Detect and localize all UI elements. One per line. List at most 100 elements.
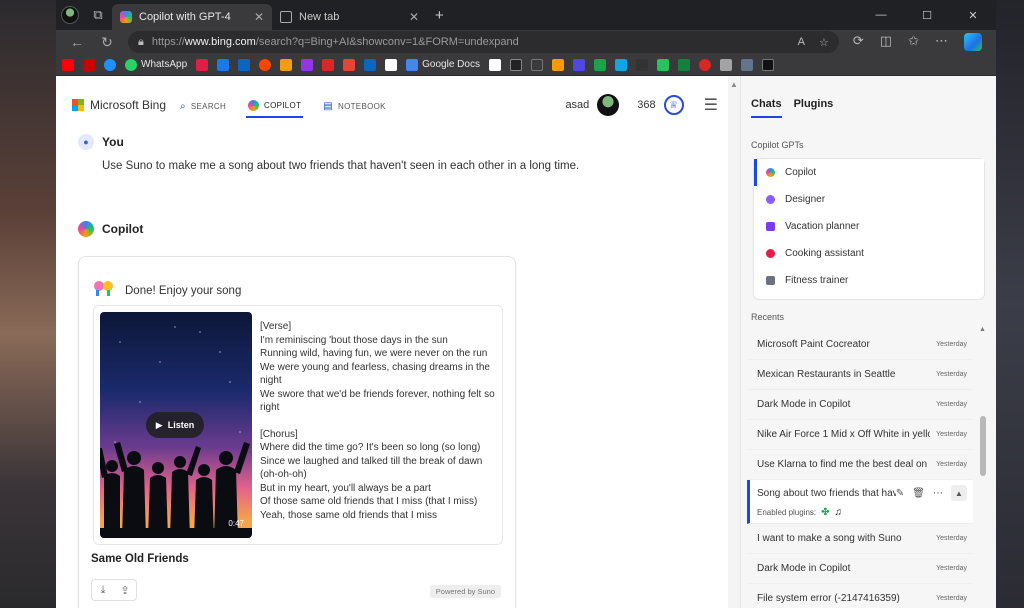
split-screen-icon[interactable]: ◫ [880, 33, 892, 51]
title-bar: ⧉ Copilot with GPT-4 ✕ New tab ✕ + — ☐ ✕ [56, 0, 996, 30]
favorite-star-icon[interactable]: ☆ [819, 36, 829, 49]
url-input[interactable]: 🔒︎ https://www.bing.com/search?q=Bing+AI… [128, 31, 839, 53]
more-menu-icon[interactable]: ⋯ [935, 33, 948, 51]
scroll-up-icon[interactable]: ▲ [728, 80, 740, 89]
download-icon[interactable]: ⤓ [92, 580, 114, 600]
bookmark-icon[interactable] [719, 58, 732, 71]
bookmark-icon[interactable] [677, 58, 690, 71]
bookmark-icon[interactable] [614, 58, 627, 71]
share-icon[interactable]: ⇪ [114, 580, 136, 600]
bookmark-icon[interactable] [761, 58, 774, 71]
close-tab-icon[interactable]: ✕ [409, 10, 419, 24]
delete-trash-icon[interactable]: 🗑︎ [912, 488, 925, 499]
bookmark-icon[interactable] [740, 58, 753, 71]
scroll-up-icon[interactable]: ▲ [979, 326, 986, 333]
youtube-bookmark-icon[interactable] [62, 58, 74, 71]
chevron-up-icon[interactable]: ▲ [951, 485, 967, 501]
bookmark-icon[interactable] [322, 58, 335, 71]
maximize-icon[interactable]: ☐ [904, 0, 950, 30]
bookmark-google-docs[interactable]: Google Docs [406, 58, 480, 71]
bookmark-icon[interactable] [656, 58, 669, 71]
pocket-bookmark-icon[interactable] [196, 58, 209, 71]
gpt-item-copilot[interactable]: Copilot [754, 159, 984, 186]
favorites-icon[interactable]: ✩ [908, 33, 919, 51]
gmail-bookmark-icon[interactable] [343, 58, 356, 71]
bookmark-icon[interactable] [104, 58, 116, 71]
bookmark-icon[interactable] [488, 58, 501, 71]
recent-title: Microsoft Paint Cocreator [757, 339, 870, 350]
bookmark-icon[interactable] [301, 58, 314, 71]
reddit-bookmark-icon[interactable] [259, 58, 272, 71]
tab-plugins[interactable]: Plugins [794, 98, 834, 118]
back-arrow-icon[interactable]: ← [62, 34, 92, 50]
recent-chat-item[interactable]: Mexican Restaurants in Seattle Yesterday [747, 360, 973, 390]
amazon-bookmark-icon[interactable] [551, 58, 564, 71]
extensions-icon[interactable]: ⟳ [853, 33, 864, 51]
username[interactable]: asad [565, 99, 589, 111]
designer-icon [766, 195, 775, 204]
lyric-line: Where did the time go? It's been so long… [260, 442, 481, 453]
suitcase-icon [766, 222, 775, 231]
recent-chat-item[interactable]: Dark Mode in Copilot Yesterday [747, 390, 973, 420]
gpt-item-designer[interactable]: Designer [754, 186, 984, 213]
song-cover-art: ▶ Listen 0:47 [100, 312, 252, 538]
tab-copilot[interactable]: Copilot with GPT-4 ✕ [112, 4, 272, 30]
gpts-heading: Copilot GPTs [751, 140, 804, 150]
scrollbar-thumb[interactable] [980, 416, 986, 476]
recent-chat-item-selected[interactable]: Song about two friends that haven't ✎ 🗑︎… [747, 480, 973, 524]
read-aloud-icon[interactable]: A [798, 36, 805, 49]
refresh-icon[interactable]: ↻ [92, 34, 122, 51]
lyric-line: But in my heart, you'll always be a part [260, 482, 431, 494]
recent-chat-item[interactable]: Microsoft Paint Cocreator Yesterday [747, 330, 973, 360]
close-tab-icon[interactable]: ✕ [254, 10, 264, 24]
more-options-icon[interactable]: ⋯ [933, 488, 943, 499]
facebook-bookmark-icon[interactable] [217, 58, 230, 71]
recent-chat-item[interactable]: Use Klarna to find me the best deal on Ye… [747, 450, 973, 480]
tab-chats[interactable]: Chats [751, 98, 782, 118]
bookmark-icon[interactable] [572, 58, 585, 71]
bookmark-icon[interactable] [280, 58, 293, 71]
listen-button[interactable]: ▶ Listen [146, 412, 204, 438]
rewards-points[interactable]: 368 [637, 99, 655, 111]
copilot-message-header: Copilot [78, 221, 143, 237]
bookmark-icon[interactable] [238, 58, 251, 71]
wikipedia-bookmark-icon[interactable] [509, 58, 522, 71]
bookmark-whatsapp[interactable]: WhatsApp [125, 58, 187, 71]
rewards-trophy-icon[interactable]: ♕ [663, 95, 684, 115]
profile-button[interactable] [56, 0, 84, 30]
bing-logo[interactable]: Microsoft Bing [72, 98, 166, 112]
bookmark-icon[interactable] [698, 58, 711, 71]
url-path: /search?q=Bing+AI&showconv=1&FORM=undexp… [255, 36, 519, 48]
bookmark-icon[interactable] [635, 58, 648, 71]
desktop-background-right [996, 0, 1024, 608]
nav-notebook[interactable]: ▤ NOTEBOOK [321, 94, 388, 118]
sidebar-scrollbar[interactable]: ▲ [979, 326, 987, 608]
recent-chat-item[interactable]: File system error (-2147416359) Yesterday [747, 584, 973, 608]
workspaces-icon[interactable]: ⧉ [84, 0, 112, 30]
nav-search[interactable]: ⌕ SEARCH [178, 94, 228, 118]
gpt-item-cooking-assistant[interactable]: Cooking assistant [754, 240, 984, 267]
recent-time: Yesterday [936, 461, 967, 468]
hamburger-menu-icon[interactable]: ☰ [704, 95, 718, 115]
minimize-icon[interactable]: — [858, 0, 904, 30]
new-tab-favicon-icon [280, 11, 292, 23]
recent-chat-item[interactable]: I want to make a song with Suno Yesterday [747, 524, 973, 554]
lyric-line: Running wild, having fun, we were never … [260, 348, 488, 359]
recent-chat-item[interactable]: Dark Mode in Copilot Yesterday [747, 554, 973, 584]
bookmark-icon[interactable] [530, 58, 543, 71]
edit-pencil-icon[interactable]: ✎ [896, 488, 904, 499]
edge-copilot-icon[interactable] [964, 33, 982, 51]
bookmark-icon[interactable] [593, 58, 606, 71]
bookmark-icon[interactable] [83, 58, 95, 71]
gpt-item-fitness-trainer[interactable]: Fitness trainer [754, 267, 984, 294]
nav-copilot[interactable]: COPILOT [246, 94, 304, 118]
gpt-item-vacation-planner[interactable]: Vacation planner [754, 213, 984, 240]
new-tab-plus-icon[interactable]: + [435, 7, 444, 24]
main-scrollbar[interactable]: ▲ [728, 76, 740, 608]
linkedin-bookmark-icon[interactable] [364, 58, 377, 71]
close-window-icon[interactable]: ✕ [950, 0, 996, 30]
tab-new-tab[interactable]: New tab ✕ [272, 4, 427, 30]
google-bookmark-icon[interactable] [385, 58, 398, 71]
recent-chat-item[interactable]: Nike Air Force 1 Mid x Off White in yell… [747, 420, 973, 450]
avatar[interactable] [597, 94, 620, 116]
